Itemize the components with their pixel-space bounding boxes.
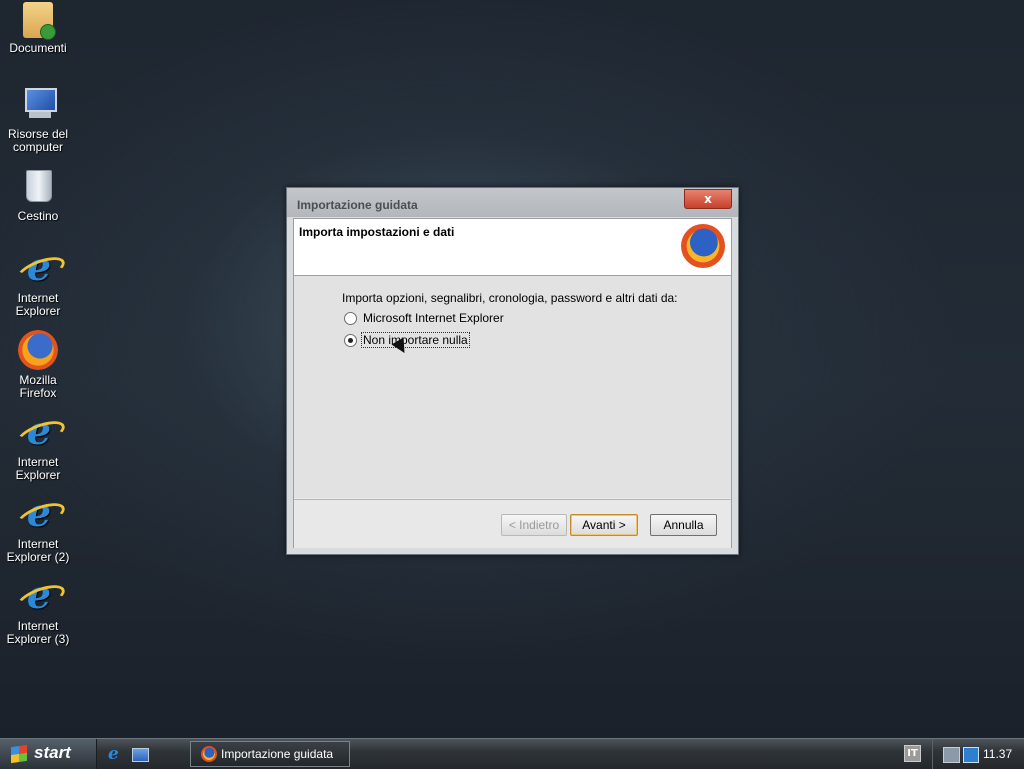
taskbar-item-import-wizard[interactable]: Importazione guidata — [190, 741, 350, 767]
dialog-client-area: Importa impostazioni e dati Importa opzi… — [293, 218, 732, 548]
desktop-icon-internet-explorer-2[interactable]: e Internet Explorer (2) — [0, 494, 76, 564]
recycle-bin-icon — [18, 166, 58, 206]
radio-option-internet-explorer[interactable]: Microsoft Internet Explorer — [344, 310, 644, 328]
next-button[interactable]: Avanti > — [570, 514, 638, 536]
system-tray: 11.37 — [932, 739, 1024, 769]
desktop-icon-documenti[interactable]: Documenti — [0, 2, 76, 55]
dialog-title: Importazione guidata — [297, 198, 418, 212]
desktop-icon-internet-explorer[interactable]: e Internet Explorer — [0, 248, 76, 318]
desktop-icon-label: Internet Explorer — [15, 291, 61, 318]
firefox-logo-icon — [681, 224, 725, 268]
computer-icon — [21, 84, 57, 124]
desktop-icon-label: Internet Explorer (2) — [6, 537, 70, 564]
taskbar: start e Importazione guidata IT 11.37 — [0, 738, 1024, 769]
start-label: start — [34, 743, 71, 762]
import-wizard-dialog: Importazione guidata x Importa impostazi… — [286, 187, 739, 555]
start-button[interactable]: start — [0, 739, 97, 769]
taskbar-item-label: Importazione guidata — [221, 747, 334, 761]
desktop-icon-mozilla-firefox[interactable]: Mozilla Firefox — [0, 330, 76, 400]
network-icon[interactable] — [943, 747, 960, 763]
windows-logo-icon — [11, 744, 27, 764]
clock[interactable]: 11.37 — [983, 747, 1012, 761]
language-indicator[interactable]: IT — [904, 745, 921, 762]
close-button[interactable]: x — [684, 189, 732, 209]
radio-option-non-importare[interactable]: Non importare nulla — [344, 332, 644, 350]
desktop-icon-label: Cestino — [17, 209, 59, 223]
radio-label[interactable]: Non importare nulla — [361, 332, 470, 348]
radio-label[interactable]: Microsoft Internet Explorer — [362, 311, 505, 325]
radio-button-selected[interactable] — [344, 334, 357, 347]
dialog-titlebar[interactable]: Importazione guidata x — [287, 188, 738, 217]
firefox-icon — [18, 330, 58, 370]
back-button[interactable]: < Indietro — [501, 514, 567, 536]
internet-explorer-icon: e — [14, 248, 68, 288]
desktop-icon-risorse-computer[interactable]: Risorse del computer — [0, 84, 76, 154]
cancel-button[interactable]: Annulla — [650, 514, 717, 536]
wizard-header-title: Importa impostazioni e dati — [299, 225, 455, 239]
firefox-icon — [201, 746, 217, 762]
wizard-header: Importa impostazioni e dati — [294, 219, 731, 276]
desktop-icon-label: Risorse del computer — [7, 127, 69, 154]
desktop-icon-label: Mozilla Firefox — [19, 373, 57, 400]
desktop-icon-internet-explorer-3[interactable]: e Internet Explorer (3) — [0, 576, 76, 646]
quicklaunch-internet-explorer-icon[interactable]: e — [108, 745, 126, 763]
internet-explorer-icon: e — [14, 412, 68, 452]
radio-button[interactable] — [344, 312, 357, 325]
internet-explorer-icon: e — [14, 576, 68, 616]
import-prompt: Importa opzioni, segnalibri, cronologia,… — [342, 291, 678, 305]
desktop-icon-label: Internet Explorer (3) — [6, 619, 70, 646]
internet-explorer-icon: e — [14, 494, 68, 534]
folder-icon — [23, 2, 56, 40]
desktop-icon-internet-explorer-2nd[interactable]: e Internet Explorer — [0, 412, 76, 482]
wizard-body: Importa opzioni, segnalibri, cronologia,… — [294, 276, 731, 498]
tray-app-icon[interactable] — [963, 747, 979, 763]
desktop-icon-label: Documenti — [9, 41, 67, 55]
wizard-footer: < Indietro Avanti > Annulla — [294, 499, 731, 548]
desktop-icon-label: Internet Explorer — [15, 455, 61, 482]
quicklaunch-show-desktop-icon[interactable] — [132, 748, 149, 762]
desktop-icon-cestino[interactable]: Cestino — [0, 166, 76, 223]
